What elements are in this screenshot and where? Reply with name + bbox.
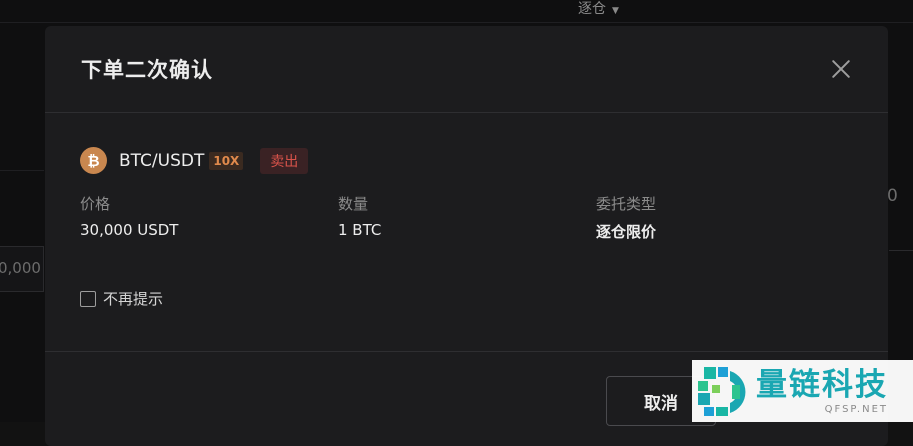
bitcoin-icon: ₿	[80, 147, 107, 174]
quantity-label: 数量	[338, 195, 369, 213]
margin-mode-label: 逐仓	[578, 1, 606, 17]
info-price: 价格 30,000 USDT	[80, 193, 178, 239]
pair-name: BTC/USDT	[119, 150, 205, 171]
trading-pair-row: ₿ BTC/USDT 10X 卖出	[80, 147, 309, 174]
watermark: 量链科技 QFSP.NET	[692, 360, 913, 422]
dialog-header: 下单二次确认	[45, 26, 888, 113]
watermark-text-group: 量链科技 QFSP.NET	[756, 368, 888, 415]
dialog-title: 下单二次确认	[81, 58, 213, 82]
leverage-badge: 10X	[209, 151, 244, 170]
bg-divider	[0, 170, 44, 171]
order-type-label: 委托类型	[596, 195, 657, 213]
info-quantity: 数量 1 BTC	[338, 193, 381, 239]
dont-show-again-option[interactable]: 不再提示	[80, 288, 163, 309]
dialog-footer-divider	[45, 351, 888, 352]
margin-mode-selector[interactable]: 逐仓 ▼	[578, 0, 619, 18]
order-side-badge: 卖出	[260, 147, 309, 174]
watermark-logo-icon	[696, 363, 750, 419]
quantity-value: 1 BTC	[338, 221, 382, 239]
watermark-text: 量链科技	[756, 366, 888, 403]
info-order-type: 委托类型 逐仓限价	[596, 193, 656, 242]
bg-divider	[889, 250, 913, 251]
close-icon[interactable]	[830, 58, 852, 80]
price-value: 30,000 USDT	[80, 221, 179, 239]
order-type-value: 逐仓限价	[596, 223, 657, 241]
dont-show-again-checkbox[interactable]	[80, 290, 96, 307]
bg-partial-value-right: 0	[887, 186, 898, 206]
dont-show-again-label: 不再提示	[103, 290, 164, 308]
bg-divider	[0, 22, 913, 23]
watermark-subtext: QFSP.NET	[824, 403, 888, 415]
bg-partial-value: 0,000	[0, 259, 41, 277]
chevron-down-icon: ▼	[612, 6, 619, 16]
price-label: 价格	[80, 195, 111, 213]
